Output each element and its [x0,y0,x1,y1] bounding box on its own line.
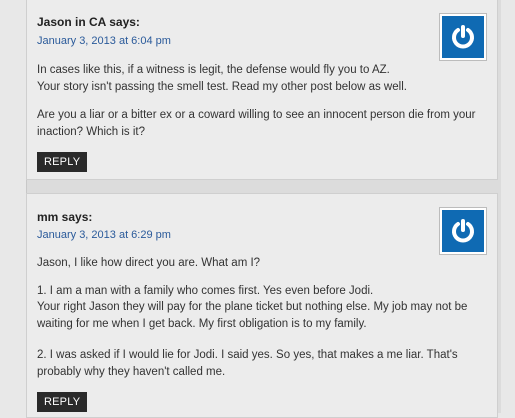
avatar[interactable] [439,13,487,61]
reply-button[interactable]: REPLY [37,392,88,412]
comment-paragraph: Your right Jason they will pay for the p… [37,301,468,330]
comment-paragraph: 1. I am a man with a family who comes fi… [37,285,374,297]
comment-mm: mm says: January 3, 2013 at 6:29 pm Jaso… [26,193,498,418]
avatar[interactable] [439,207,487,255]
reply-button[interactable]: REPLY [37,152,88,172]
comment-paragraph: In cases like this, if a witness is legi… [37,64,407,93]
comment-jason: Jason in CA says: January 3, 2013 at 6:0… [26,0,498,180]
comment-paragraph: Are you a liar or a bitter ex or a cowar… [37,109,476,138]
comment-author: Jason in CA says: [37,15,140,29]
power-icon [452,25,474,49]
comment-author: mm says: [37,210,93,224]
comment-paragraph: 2. I was asked if I would lie for Jodi. … [37,349,458,378]
power-icon [452,219,474,243]
comment-date-link[interactable]: January 3, 2013 at 6:29 pm [37,229,171,241]
comment-paragraph: Jason, I like how direct you are. What a… [37,257,261,269]
comment-date-link[interactable]: January 3, 2013 at 6:04 pm [37,35,171,47]
